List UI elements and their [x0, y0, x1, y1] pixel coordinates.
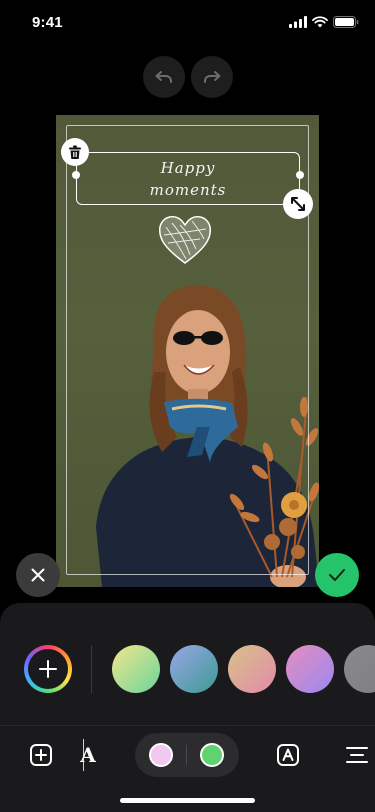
redo-arrow-icon [203, 71, 220, 83]
palette-divider [91, 645, 92, 693]
history-controls [0, 56, 375, 98]
text-sticker-line-1: Happy [160, 159, 216, 177]
color-swatch-grey[interactable] [344, 645, 375, 693]
resize-arrows-icon [291, 197, 305, 211]
checkmark-icon [329, 569, 345, 581]
status-icons [289, 16, 359, 28]
add-color-icon [39, 660, 57, 678]
font-button[interactable]: A [78, 742, 98, 768]
close-icon [31, 568, 45, 582]
add-square-icon [30, 744, 52, 766]
color-picker-inner [28, 649, 68, 689]
text-sticker[interactable]: Happy moments [77, 157, 299, 201]
redo-button[interactable] [190, 56, 233, 98]
align-button[interactable] [345, 745, 369, 765]
wifi-icon [312, 16, 328, 28]
color-mode-toggle [135, 733, 239, 777]
text-toolbar: A [0, 730, 375, 780]
text-style-box-icon [277, 744, 299, 766]
status-bar: 9:41 [0, 0, 375, 44]
resize-sticker-button[interactable] [283, 189, 313, 219]
undo-button[interactable] [142, 56, 185, 98]
text-color-button[interactable] [149, 743, 173, 767]
status-time: 9:41 [32, 14, 63, 31]
panel-divider [0, 725, 375, 726]
photo-canvas[interactable]: Happy moments [56, 115, 319, 587]
delete-sticker-button[interactable] [61, 138, 89, 166]
text-style-button[interactable] [276, 743, 300, 767]
text-sticker-selection[interactable]: Happy moments [72, 152, 304, 205]
undo-arrow-icon [155, 71, 172, 83]
home-indicator [120, 798, 255, 803]
confirm-button[interactable] [315, 553, 359, 597]
align-center-icon [346, 747, 368, 763]
color-picker-button[interactable] [24, 645, 72, 693]
background-color-button[interactable] [200, 743, 224, 767]
trash-icon [69, 145, 81, 159]
text-sticker-line-2: moments [149, 181, 227, 199]
color-swatch-peach-pink[interactable] [228, 645, 276, 693]
edit-panel: A [0, 603, 375, 812]
toggle-divider [186, 745, 187, 765]
color-palette [0, 645, 375, 695]
cancel-button[interactable] [16, 553, 60, 597]
color-swatch-yellow-green[interactable] [112, 645, 160, 693]
battery-icon [333, 16, 359, 28]
color-swatch-blue-teal[interactable] [170, 645, 218, 693]
color-swatch-pink-violet[interactable] [286, 645, 334, 693]
add-text-button[interactable] [29, 743, 53, 767]
signal-icon [289, 16, 307, 28]
